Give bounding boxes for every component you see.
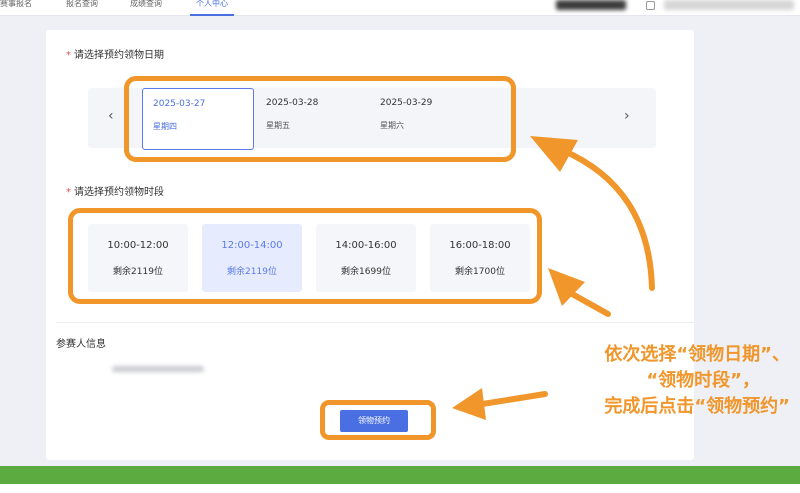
note-line-3: 完成后点击“领物预约” — [604, 396, 790, 417]
footer-green-bar — [0, 466, 800, 484]
arrowhead-button — [452, 388, 486, 420]
note-line-2: “领物时段”， — [646, 370, 760, 391]
arrow-to-date — [559, 147, 655, 291]
instruction-note: 依次选择“领物日期”、 “领物时段”， 完成后点击“领物预约” — [530, 342, 790, 420]
note-line-1: 依次选择“领物日期”、 — [604, 344, 790, 365]
footer-strip — [0, 484, 800, 493]
